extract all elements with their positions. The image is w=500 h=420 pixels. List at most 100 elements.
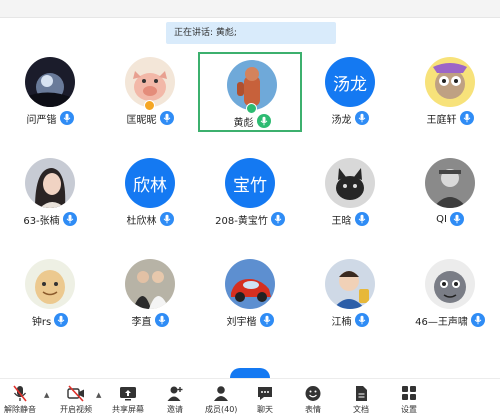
participant-tile[interactable]: 李直 — [100, 254, 200, 332]
meeting-toolbar: 解除静音 ▲ 开启视频 ▲ 共享屏幕 邀请 成员(40) 聊天 表情 文档 设置 — [0, 378, 500, 420]
add-user-icon — [167, 386, 183, 401]
mic-icon — [159, 111, 174, 125]
mic-icon — [449, 212, 464, 226]
participant-name-row: 钟rs — [0, 312, 100, 328]
participant-name: 钟rs — [31, 316, 52, 328]
mic-icon — [354, 212, 369, 226]
reactions-label: 表情 — [305, 405, 321, 414]
participant-name-row: 匡昵昵 — [100, 110, 200, 126]
members-button[interactable]: 成员(40) — [205, 385, 237, 419]
smiley-icon — [305, 386, 321, 401]
mic-icon — [259, 313, 274, 327]
mic-icon — [159, 212, 174, 226]
avatar-initials: 汤龙 — [325, 57, 375, 107]
participant-name: 刘宇楷 — [226, 316, 257, 328]
participant-name-row: 王晗 — [300, 211, 400, 227]
speaking-indicator: 正在讲话: 黄彪; — [166, 22, 336, 44]
settings-button[interactable]: 设置 — [400, 385, 418, 419]
share-screen-label: 共享屏幕 — [112, 405, 144, 414]
share-screen-button[interactable]: 共享屏幕 — [112, 385, 144, 419]
participant-tile[interactable]: 46—王声啸 — [400, 254, 500, 332]
participant-tile[interactable]: 刘宇楷 — [200, 254, 300, 332]
unmute-button[interactable]: 解除静音 — [4, 385, 36, 419]
avatar — [325, 158, 375, 208]
participant-name: 匡昵昵 — [126, 114, 157, 126]
participant-tile[interactable]: 王晗 — [300, 153, 400, 231]
participant-name: 江楠 — [331, 316, 352, 328]
video-off-icon — [67, 385, 84, 402]
start-video-label: 开启视频 — [60, 405, 92, 414]
mic-icon — [154, 313, 169, 327]
reactions-button[interactable]: 表情 — [304, 385, 322, 419]
avatar — [425, 259, 475, 309]
participant-tile[interactable]: 欣林 杜欣林 — [100, 153, 200, 231]
mic-icon — [459, 111, 474, 125]
participant-name-row: 208-黄宝竹 — [200, 211, 300, 227]
participant-name-row: 63-张楠 — [0, 211, 100, 227]
participant-tile[interactable]: 江楠 — [300, 254, 400, 332]
participant-name-row: 46—王声啸 — [400, 312, 500, 328]
window-top-bar — [0, 0, 500, 18]
participant-tile[interactable]: 王庭轩 — [400, 52, 500, 130]
participant-tile[interactable]: 63-张楠 — [0, 153, 100, 231]
mic-icon — [270, 212, 285, 226]
share-screen-icon — [120, 387, 136, 401]
participant-name-row: QI — [400, 211, 500, 227]
grid-settings-icon — [402, 386, 416, 400]
audio-options-caret[interactable]: ▲ — [44, 391, 49, 399]
participant-name-row: 刘宇楷 — [200, 312, 300, 328]
participant-tile[interactable]: 匡昵昵 — [100, 52, 200, 130]
document-icon — [356, 386, 367, 401]
invite-label: 邀请 — [167, 405, 183, 414]
mic-icon — [59, 111, 74, 125]
participant-name: 46—王声啸 — [415, 316, 468, 328]
avatar — [425, 158, 475, 208]
avatar — [25, 57, 75, 107]
participant-name: 208-黄宝竹 — [215, 215, 268, 227]
participant-name-row: 王庭轩 — [400, 110, 500, 126]
participant-name-row: 黄彪 — [200, 113, 304, 129]
participant-tile[interactable]: 汤龙 汤龙 — [300, 52, 400, 130]
chat-button[interactable]: 聊天 — [256, 385, 274, 419]
avatar — [325, 259, 375, 309]
avatar — [425, 57, 475, 107]
participant-name: QI — [436, 213, 447, 225]
mic-icon — [354, 313, 369, 327]
participant-name-row: 杜欣林 — [100, 211, 200, 227]
mic-icon — [54, 313, 69, 327]
members-icon — [214, 386, 229, 401]
participant-name: 黄彪 — [233, 117, 254, 129]
settings-label: 设置 — [401, 405, 417, 414]
participant-name: 杜欣林 — [126, 215, 157, 227]
chat-icon — [258, 387, 272, 400]
participant-tile[interactable]: 问严锴 — [0, 52, 100, 130]
participant-tile[interactable]: 黄彪 — [198, 52, 302, 132]
avatar — [125, 259, 175, 309]
participant-tile[interactable]: 宝竹 208-黄宝竹 — [200, 153, 300, 231]
participant-name: 问严锴 — [26, 114, 57, 126]
unmute-label: 解除静音 — [4, 405, 36, 414]
participant-tile[interactable]: 钟rs — [0, 254, 100, 332]
participant-name: 王晗 — [331, 215, 352, 227]
participant-name: 63-张楠 — [23, 215, 60, 227]
avatar — [25, 259, 75, 309]
start-video-button[interactable]: 开启视频 — [60, 385, 92, 419]
avatar-initials: 欣林 — [125, 158, 175, 208]
avatar-initials: 宝竹 — [225, 158, 275, 208]
mic-icon — [62, 212, 77, 226]
participant-name-row: 问严锴 — [0, 110, 100, 126]
participant-name-row: 江楠 — [300, 312, 400, 328]
chat-label: 聊天 — [257, 405, 273, 414]
participant-name-row: 汤龙 — [300, 110, 400, 126]
video-options-caret[interactable]: ▲ — [96, 391, 101, 399]
docs-label: 文档 — [353, 405, 369, 414]
muted-mic-icon — [13, 385, 27, 402]
invite-button[interactable]: 邀请 — [166, 385, 184, 419]
docs-button[interactable]: 文档 — [352, 385, 370, 419]
participant-tile[interactable]: QI — [400, 153, 500, 231]
members-label: 成员(40) — [205, 405, 238, 414]
mic-icon — [354, 111, 369, 125]
next-row-avatar — [230, 368, 270, 378]
participant-name-row: 李直 — [100, 312, 200, 328]
avatar — [25, 158, 75, 208]
